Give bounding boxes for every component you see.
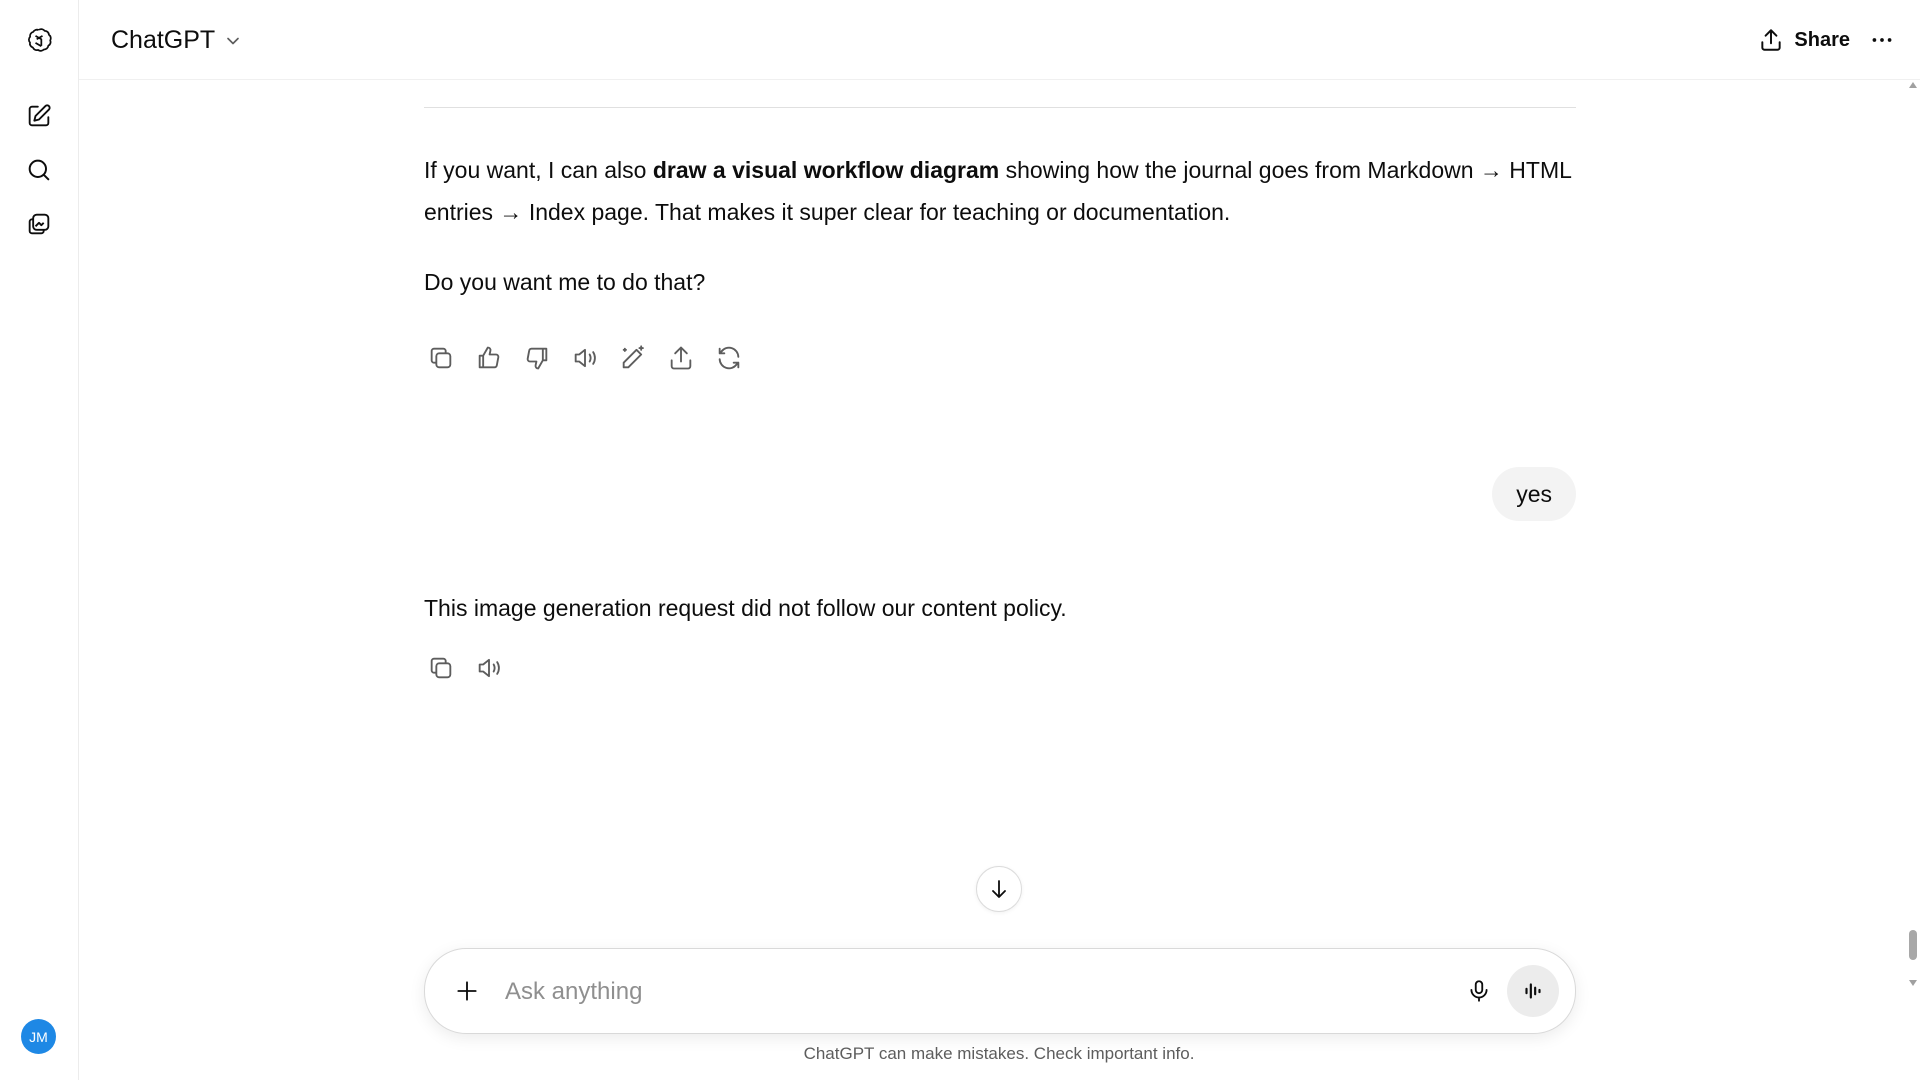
composer — [424, 948, 1576, 1034]
add-attachment-button[interactable] — [447, 971, 487, 1011]
thumbs-down-button[interactable] — [520, 341, 554, 375]
more-icon — [1872, 38, 1892, 42]
regenerate-button[interactable] — [712, 341, 746, 375]
message-actions-2 — [424, 651, 506, 685]
share-message-button[interactable] — [664, 341, 698, 375]
thumbs-down-icon — [526, 347, 548, 370]
refresh-icon — [718, 346, 740, 370]
chevron-down-icon — [227, 37, 240, 44]
thumbs-up-button[interactable] — [472, 341, 506, 375]
copy-icon — [430, 347, 452, 369]
message-bold-text: draw a visual workflow diagram — [652, 157, 1000, 183]
copy-button[interactable] — [424, 341, 458, 375]
dictate-button[interactable] — [1459, 971, 1499, 1011]
message-actions-1 — [424, 341, 746, 375]
speaker-icon — [478, 658, 500, 678]
user-message-bubble: yes — [1492, 467, 1576, 521]
avatar[interactable]: JM — [21, 1019, 56, 1054]
search-button[interactable] — [19, 150, 59, 190]
scroll-to-bottom-button[interactable] — [976, 866, 1022, 912]
user-message-text: yes — [1516, 480, 1552, 507]
share-button[interactable]: Share — [1758, 22, 1850, 58]
copy-icon — [430, 657, 452, 679]
library-button[interactable] — [19, 204, 59, 244]
left-rail: JM — [0, 0, 79, 1080]
microphone-icon — [1470, 980, 1488, 1002]
new-chat-button[interactable] — [19, 96, 59, 136]
copy-button[interactable] — [424, 651, 458, 685]
scrollbar-thumb[interactable] — [1909, 930, 1917, 960]
library-icon — [28, 213, 50, 235]
more-options-button[interactable] — [1862, 22, 1902, 58]
avatar-initials: JM — [29, 1028, 48, 1045]
plus-icon — [457, 981, 477, 1001]
read-aloud-button[interactable] — [472, 651, 506, 685]
disclaimer: ChatGPT can make mistakes. Check importa… — [803, 1044, 1195, 1063]
read-aloud-button[interactable] — [568, 341, 602, 375]
speaker-icon — [574, 348, 596, 368]
header: ChatGPT Share — [79, 0, 1920, 80]
voice-mode-button[interactable] — [1507, 965, 1559, 1017]
new-chat-icon — [28, 104, 51, 127]
share-icon — [1761, 29, 1782, 51]
openai-logo-icon[interactable] — [19, 20, 59, 60]
model-name: ChatGPT — [111, 26, 216, 54]
assistant-question: Do you want me to do that? — [424, 269, 706, 295]
edit-image-button[interactable] — [616, 341, 650, 375]
message-text: If you want, I can also — [424, 157, 653, 183]
divider — [424, 107, 1576, 108]
thumbs-up-icon — [478, 346, 500, 369]
magic-pencil-icon — [622, 345, 644, 369]
model-switcher[interactable]: ChatGPT — [105, 22, 249, 59]
assistant-message-1: If you want, I can also draw a visual wo… — [424, 149, 1576, 233]
share-icon — [670, 346, 692, 370]
prompt-input[interactable] — [503, 969, 1347, 1015]
voice-waveform-icon — [1525, 983, 1541, 999]
assistant-message-2: This image generation request did not fo… — [424, 595, 1067, 621]
scrollbar-down-arrow[interactable] — [1909, 980, 1917, 986]
arrow-down-icon — [992, 880, 1006, 898]
share-label: Share — [1794, 28, 1850, 51]
scrollbar-up-arrow[interactable] — [1909, 82, 1917, 88]
search-icon — [28, 159, 50, 181]
